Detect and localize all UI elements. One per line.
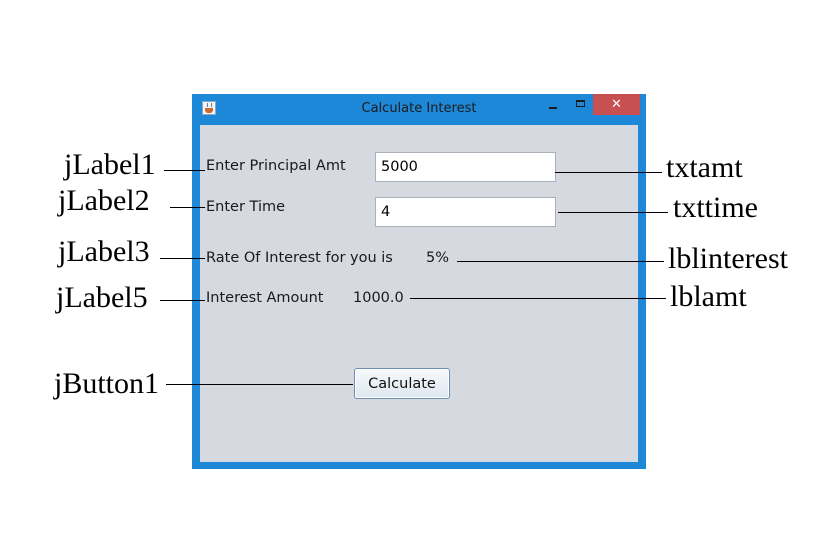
close-icon: ✕ [611, 97, 622, 112]
interest-amount-label: Interest Amount [206, 290, 324, 306]
leader-line-jlabel3 [160, 258, 205, 259]
callout-lblinterest: lblinterest [668, 242, 788, 275]
time-input[interactable] [375, 197, 556, 227]
calculate-interest-window: Calculate Interest ✕ [192, 94, 646, 469]
principal-amount-input[interactable] [375, 152, 556, 182]
leader-line-lblinterest [457, 261, 664, 262]
minimize-button[interactable] [540, 94, 566, 114]
leader-line-lblamt [410, 298, 666, 299]
maximize-icon [576, 100, 585, 107]
callout-jbutton1: jButton1 [54, 367, 160, 400]
callout-lblamt: lblamt [670, 280, 747, 313]
close-button[interactable]: ✕ [593, 94, 640, 115]
minimize-icon [549, 107, 557, 109]
leader-line-jlabel5 [160, 300, 205, 301]
leader-line-txttime [558, 212, 668, 213]
leader-line-jbutton1 [166, 384, 353, 385]
callout-jlabel3: jLabel3 [58, 235, 150, 268]
title-bar[interactable]: Calculate Interest ✕ [192, 94, 646, 124]
leader-line-jlabel1 [164, 170, 205, 171]
maximize-button[interactable] [568, 94, 594, 114]
principal-label: Enter Principal Amt [206, 158, 346, 174]
callout-txtamt: txtamt [666, 151, 743, 184]
callout-jlabel5: jLabel5 [56, 281, 148, 314]
time-label: Enter Time [206, 199, 286, 215]
callout-jlabel1: jLabel1 [64, 148, 156, 181]
callout-jlabel2: jLabel2 [58, 184, 150, 217]
rate-label: Rate Of Interest for you is [206, 250, 393, 266]
calculate-button[interactable]: Calculate [354, 368, 450, 399]
rate-value: 5% [426, 250, 450, 266]
callout-txttime: txttime [673, 191, 758, 224]
leader-line-txtamt [555, 172, 662, 173]
interest-amount-value: 1000.0 [353, 290, 404, 306]
leader-line-jlabel2 [170, 207, 205, 208]
